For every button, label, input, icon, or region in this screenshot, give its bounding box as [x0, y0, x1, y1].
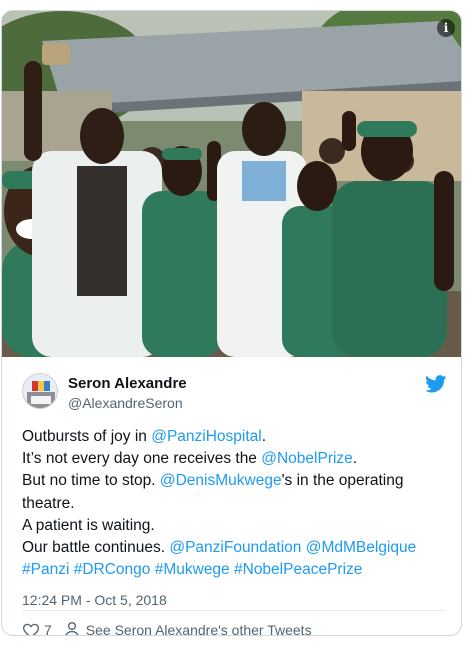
- tweet-text-segment: .: [261, 428, 267, 445]
- tweet-text-line: But no time to stop. @DenisMukwege's in …: [22, 470, 447, 492]
- tweet-text-segment: But no time to stop.: [22, 472, 160, 490]
- tweet-text-segment: A patient is waiting.: [22, 516, 155, 534]
- mention-link[interactable]: @PanziHospital: [151, 428, 262, 445]
- tweet-text-line: theatre.: [22, 493, 447, 515]
- tweet-text-line: Our battle continues. @PanziFoundation @…: [22, 537, 447, 559]
- tweet-timestamp[interactable]: 12:24 PM - Oct 5, 2018: [22, 592, 167, 608]
- info-icon[interactable]: i: [437, 19, 455, 37]
- twitter-bird-icon[interactable]: [425, 375, 447, 393]
- hashtag-link[interactable]: #Mukwege: [155, 561, 230, 578]
- tweet-text: Outbursts of joy in @PanziHospital. It’s …: [22, 426, 447, 581]
- tweet-text-segment: Outbursts of joy in: [22, 428, 152, 445]
- avatar-image: [23, 374, 57, 408]
- like-count[interactable]: 7: [44, 622, 52, 635]
- author-handle[interactable]: @AlexandreSeron: [68, 395, 183, 411]
- mention-link[interactable]: @NobelPrize: [261, 450, 353, 467]
- tweet-text-segment: 's in the operating: [281, 472, 404, 490]
- avatar[interactable]: [22, 373, 58, 409]
- tweet-header: Seron Alexandre @AlexandreSeron: [22, 373, 447, 413]
- tweet-text-segment: theatre.: [22, 494, 75, 512]
- tweet-photo[interactable]: i: [2, 11, 461, 357]
- tweet-text-segment: Our battle continues.: [22, 539, 170, 557]
- celebration-photo: [2, 11, 461, 357]
- hashtag-link[interactable]: #Panzi: [22, 561, 69, 578]
- mention-link[interactable]: @MdMBelgique: [306, 539, 417, 556]
- hashtag-link[interactable]: #NobelPeacePrize: [234, 561, 362, 578]
- tweet-text-line: Outbursts of joy in @PanziHospital.: [22, 426, 447, 448]
- author-name[interactable]: Seron Alexandre: [68, 375, 187, 392]
- tweet-text-line: It’s not every day one receives the @Nob…: [22, 448, 447, 470]
- divider: [22, 610, 445, 611]
- heart-icon[interactable]: [22, 621, 40, 636]
- tweet-actions: 7 See Seron Alexandre's other Tweets: [22, 620, 312, 636]
- mention-link[interactable]: @DenisMukwege: [160, 472, 282, 489]
- tweet-text-line: A patient is waiting.: [22, 515, 447, 537]
- tweet-text-segment: .: [352, 450, 358, 468]
- embedded-tweet-card: i Seron Alexandre @AlexandreSeron Outbur…: [1, 10, 462, 636]
- other-tweets-link[interactable]: See Seron Alexandre's other Tweets: [86, 622, 312, 635]
- hashtag-link[interactable]: #DRCongo: [74, 561, 151, 578]
- person-icon: [65, 621, 79, 635]
- tweet-text-line: #Panzi #DRCongo #Mukwege #NobelPeacePriz…: [22, 559, 447, 581]
- mention-link[interactable]: @PanziFoundation: [169, 539, 301, 556]
- tweet-text-segment: It’s not every day one receives the: [22, 450, 262, 468]
